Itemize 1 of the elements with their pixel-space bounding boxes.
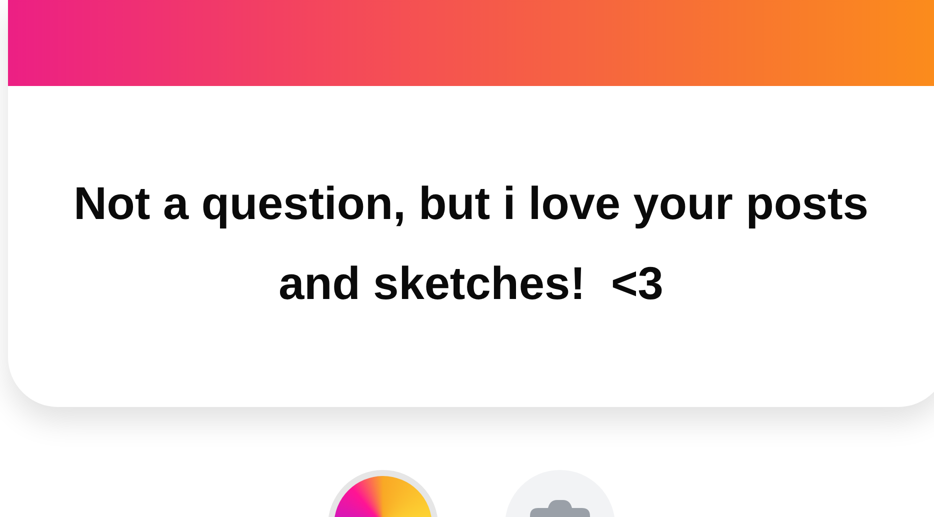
message-text: Not a question, but i love your posts and sketches! <3	[72, 176, 870, 310]
